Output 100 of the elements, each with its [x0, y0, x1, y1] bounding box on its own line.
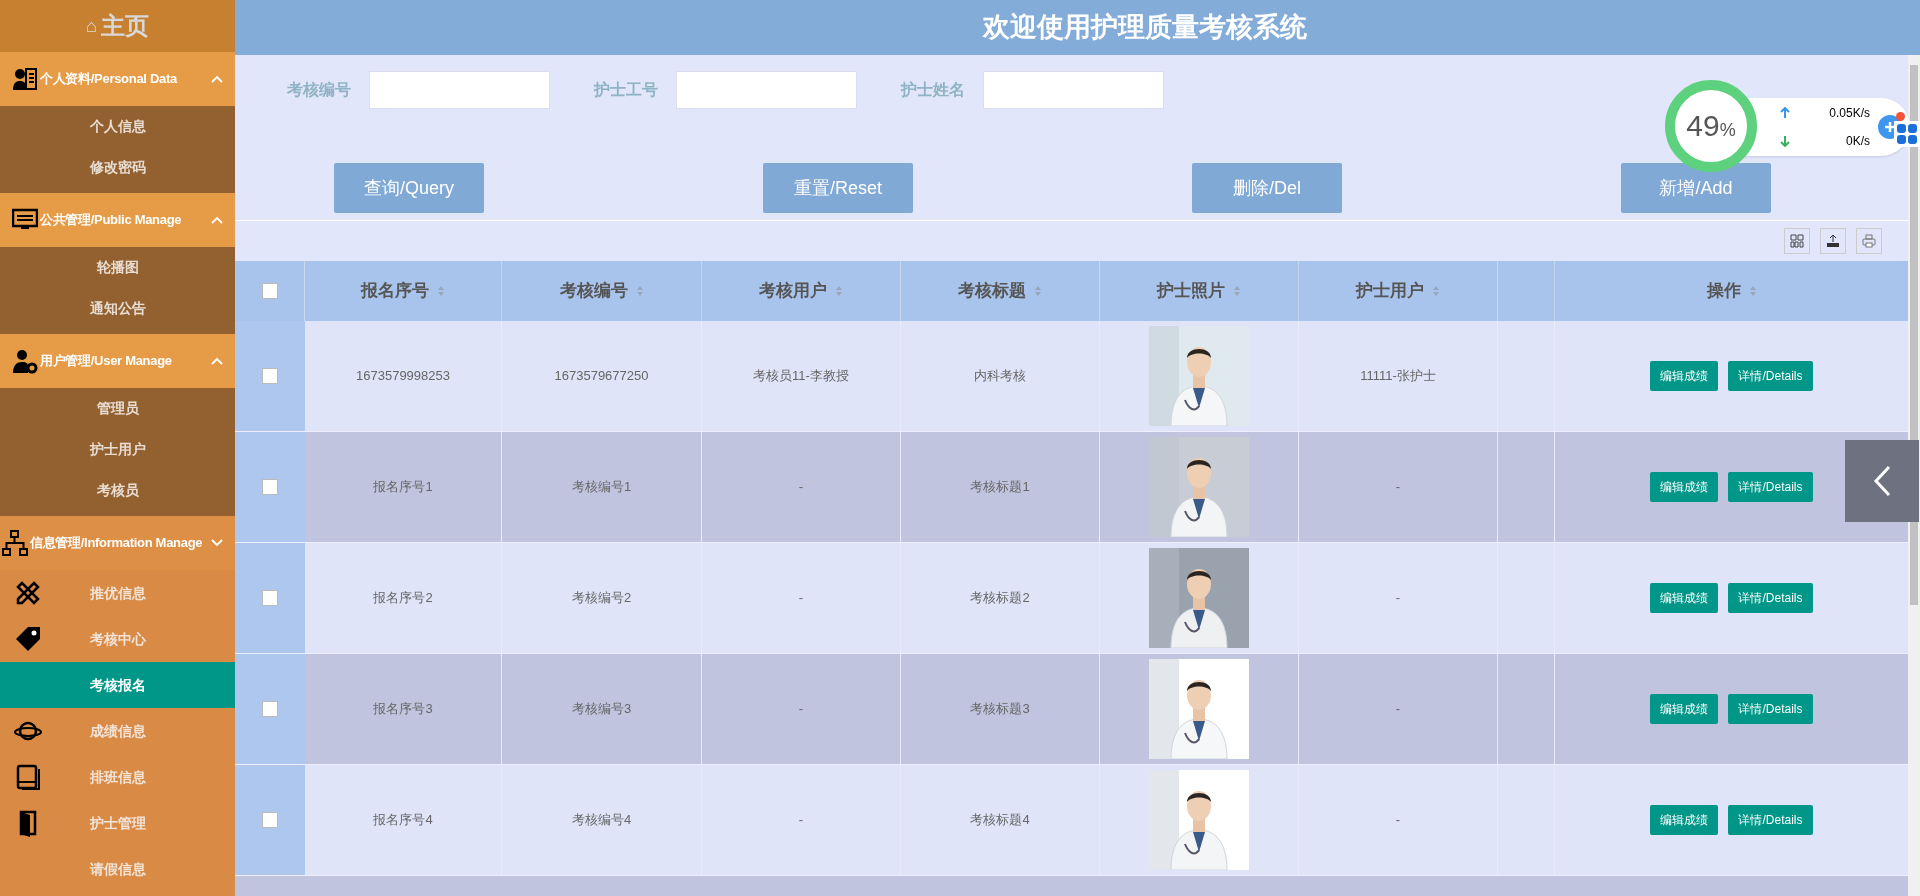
- chevron-down-icon[interactable]: [211, 539, 223, 547]
- table-cell-text: 考核编号1: [571, 478, 632, 497]
- column-header: 报名序号: [361, 280, 429, 303]
- columns-button[interactable]: [1784, 227, 1810, 254]
- menu-item[interactable]: 考核中心: [0, 616, 235, 662]
- menu-item[interactable]: 请假信息: [0, 846, 235, 892]
- row-checkbox[interactable]: [262, 479, 278, 495]
- menu-group[interactable]: 信息管理/Information Manage: [0, 516, 235, 570]
- filter-label: 护士工号: [594, 80, 658, 100]
- menu-item[interactable]: 轮播图: [0, 247, 235, 288]
- row-checkbox[interactable]: [262, 590, 278, 606]
- tag-icon: [14, 625, 42, 653]
- filter-field[interactable]: [369, 71, 550, 109]
- table-cell-text: 1673579677250: [554, 367, 649, 386]
- table-cell-text: 报名序号1: [373, 478, 433, 497]
- row-checkbox[interactable]: [262, 701, 278, 717]
- sort-icon[interactable]: [635, 285, 644, 297]
- action-button[interactable]: 新增/Add: [1621, 163, 1771, 213]
- row-action-button[interactable]: 编辑成绩: [1650, 472, 1719, 502]
- home-link[interactable]: ⌂ 主页: [0, 0, 235, 52]
- table-cell-text: -: [798, 478, 804, 497]
- column-header: 操作: [1706, 280, 1741, 303]
- table-cell-text: 考核编号3: [571, 700, 632, 719]
- row-action-button[interactable]: 详情/Details: [1728, 583, 1813, 613]
- apps-icon[interactable]: [1894, 121, 1920, 147]
- table-cell-text: 考核编号4: [571, 811, 632, 830]
- row-checkbox[interactable]: [262, 812, 278, 828]
- table-cell-text: 报名序号2: [373, 589, 433, 608]
- sort-icon[interactable]: [437, 285, 445, 297]
- table-cell-text: -: [1395, 700, 1401, 719]
- menu-item[interactable]: 修改密码: [0, 147, 235, 188]
- row-action-button[interactable]: 详情/Details: [1728, 361, 1813, 391]
- table-cell-text: 1673579998253: [356, 367, 450, 386]
- menu-item[interactable]: 成绩信息: [0, 708, 235, 754]
- column-header: 考核编号: [559, 280, 628, 303]
- column-header: 考核标题: [958, 280, 1026, 303]
- chevron-up-icon[interactable]: [211, 216, 223, 224]
- menu-item[interactable]: 排班信息: [0, 754, 235, 800]
- profile-card-icon: [12, 66, 38, 92]
- table-cell-text: 考核标题2: [970, 589, 1030, 608]
- menu-item[interactable]: 考核报名: [0, 662, 235, 708]
- action-button[interactable]: 重置/Reset: [763, 163, 913, 213]
- column-header: 护士用户: [1356, 280, 1424, 303]
- download-arrow-icon: [1780, 135, 1790, 147]
- export-button[interactable]: [1820, 227, 1846, 254]
- table-cell-text: 考核标题1: [970, 478, 1030, 497]
- sort-icon[interactable]: [835, 285, 843, 297]
- page-title: 欢迎使用护理质量考核系统: [983, 11, 1307, 45]
- menu-group[interactable]: 公共管理/Public Manage: [0, 193, 235, 247]
- menu-item[interactable]: 护士管理: [0, 800, 235, 846]
- menu-item[interactable]: 个人信息: [0, 106, 235, 147]
- table-cell-text: 考核标题4: [970, 811, 1030, 830]
- action-button[interactable]: 查询/Query: [334, 163, 484, 213]
- row-action-button[interactable]: 编辑成绩: [1650, 361, 1719, 391]
- upload-arrow-icon: [1780, 107, 1790, 119]
- column-header: 考核用户: [759, 280, 827, 303]
- sort-icon[interactable]: [1432, 285, 1440, 297]
- chevron-up-icon[interactable]: [211, 75, 223, 83]
- user-gear-icon: [12, 348, 38, 374]
- row-checkbox[interactable]: [262, 368, 278, 384]
- filter-label: 考核编号: [287, 80, 351, 100]
- table-cell-text: -: [1395, 478, 1401, 497]
- table-cell-text: 报名序号3: [373, 700, 433, 719]
- table-cell-text: -: [798, 589, 804, 608]
- table-cell-text: -: [798, 700, 804, 719]
- row-action-button[interactable]: 编辑成绩: [1650, 805, 1719, 835]
- menu-item[interactable]: 护士用户: [0, 429, 235, 470]
- menu-item[interactable]: 管理员: [0, 388, 235, 429]
- collapse-panel-button[interactable]: [1845, 440, 1919, 522]
- sort-icon[interactable]: [1233, 285, 1241, 297]
- print-button[interactable]: [1856, 227, 1882, 254]
- row-action-button[interactable]: 详情/Details: [1728, 472, 1813, 502]
- export-icon: [1826, 233, 1840, 248]
- menu-item[interactable]: 考核员: [0, 470, 235, 511]
- table-cell-text: 报名序号4: [373, 811, 433, 830]
- filter-field[interactable]: [983, 71, 1164, 109]
- pencil-ruler-icon: [14, 579, 42, 607]
- sort-icon[interactable]: [1748, 285, 1757, 297]
- table-cell-text: -: [1395, 811, 1401, 830]
- sort-icon[interactable]: [1034, 285, 1042, 297]
- upload-speed: 0.05K/s: [1829, 105, 1870, 122]
- menu-group[interactable]: 用户管理/User Manage: [0, 334, 235, 388]
- filter-label: 护士姓名: [901, 80, 965, 100]
- row-action-button[interactable]: 详情/Details: [1728, 805, 1813, 835]
- columns-icon: [1790, 233, 1804, 248]
- chevron-up-icon[interactable]: [211, 357, 223, 365]
- table-cell-text: 考核编号2: [571, 589, 632, 608]
- menu-item[interactable]: 推优信息: [0, 570, 235, 616]
- row-action-button[interactable]: 编辑成绩: [1650, 694, 1719, 724]
- action-button[interactable]: 删除/Del: [1192, 163, 1342, 213]
- select-all-checkbox[interactable]: [261, 283, 278, 299]
- filter-field[interactable]: [676, 71, 857, 109]
- print-icon: [1862, 233, 1876, 248]
- usage-percent: 49%: [1686, 111, 1736, 141]
- row-action-button[interactable]: 详情/Details: [1728, 694, 1813, 724]
- hierarchy-icon: [2, 530, 28, 556]
- table-cell-text: 内科考核: [974, 367, 1026, 386]
- menu-item[interactable]: 通知公告: [0, 288, 235, 329]
- menu-group[interactable]: 个人资料/Personal Data: [0, 52, 235, 106]
- row-action-button[interactable]: 编辑成绩: [1650, 583, 1719, 613]
